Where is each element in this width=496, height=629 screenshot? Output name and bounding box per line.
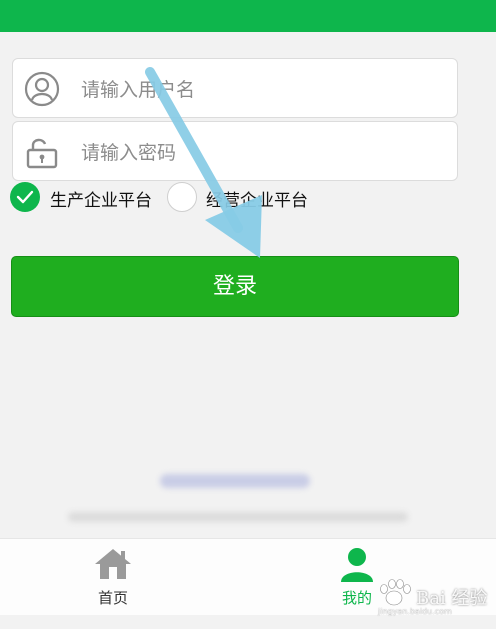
login-button[interactable]: 登录	[11, 256, 459, 317]
blurred-text-line	[68, 512, 408, 522]
paw-logo-icon	[380, 579, 411, 606]
username-field[interactable]	[12, 58, 458, 118]
user-icon	[24, 71, 60, 107]
password-input[interactable]	[79, 134, 443, 172]
watermark-url: jingyan.baidu.com	[378, 607, 452, 616]
radio-production-platform[interactable]	[10, 182, 40, 212]
username-input[interactable]	[79, 71, 443, 109]
radio-label-production[interactable]: 生产企业平台	[50, 186, 152, 211]
blurred-text-line	[160, 474, 310, 488]
checkmark-icon	[16, 190, 34, 204]
lock-icon	[24, 134, 60, 170]
radio-label-business[interactable]: 经营企业平台	[206, 186, 308, 211]
radio-business-platform[interactable]	[167, 182, 197, 212]
tab-label-home: 首页	[97, 589, 128, 607]
password-field[interactable]	[12, 121, 458, 181]
tab-home[interactable]: 首页	[53, 539, 173, 615]
platform-radio-group: 生产企业平台 经营企业平台	[10, 182, 480, 214]
top-status-bar	[0, 0, 496, 32]
person-icon	[341, 548, 373, 582]
watermark: Bai 经验 jingyan.baidu.com	[372, 578, 492, 618]
home-icon	[95, 549, 131, 579]
